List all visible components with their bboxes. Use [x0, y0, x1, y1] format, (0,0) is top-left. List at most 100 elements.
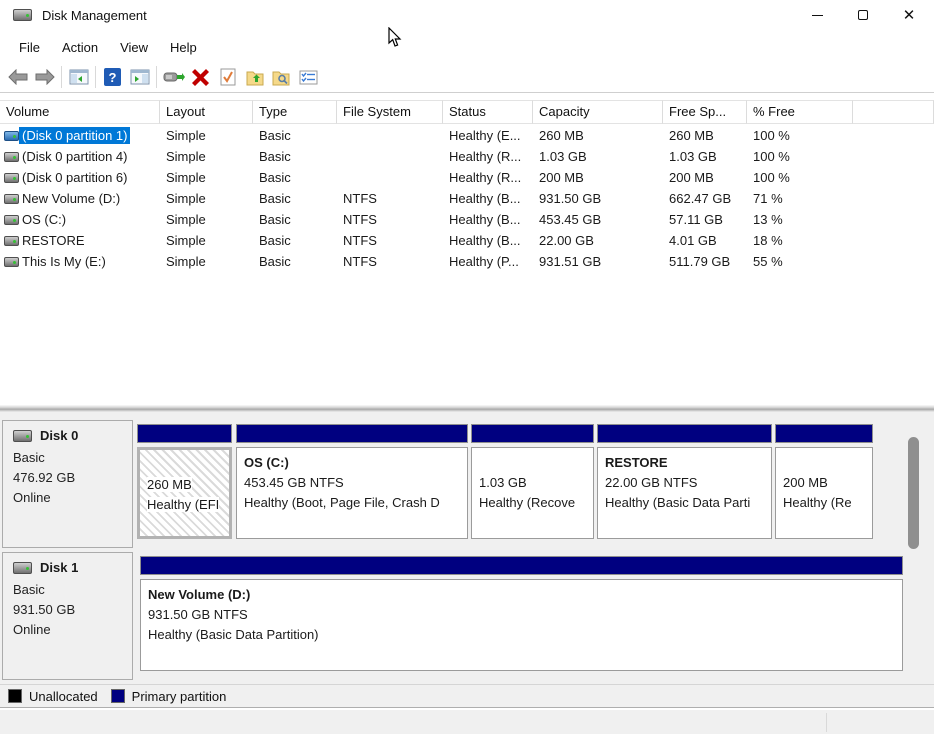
toolbar-separator [95, 66, 96, 88]
column-header-status[interactable]: Status [443, 100, 533, 124]
disk-kind: Basic [13, 582, 45, 597]
cell-pct-free: 55 % [753, 254, 783, 269]
volume-cell[interactable]: (Disk 0 partition 4) [0, 148, 160, 165]
partition[interactable]: 260 MB Healthy (EFI [137, 424, 232, 539]
table-row[interactable]: (Disk 0 partition 6) Simple Basic Healthy (… [0, 167, 934, 188]
disk-row: Disk 1 Basic 931.50 GB Online New Volume (D:… [0, 544, 934, 680]
cell-free-space: 1.03 GB [669, 149, 717, 164]
partition-title: RESTORE [605, 455, 668, 470]
menu-bar: File Action View Help [0, 32, 934, 62]
partition-body: 260 MB Healthy (EFI [137, 447, 232, 539]
toolbar: ? [0, 62, 934, 93]
disk-name: Disk 0 [40, 428, 79, 443]
maximize-button[interactable] [840, 0, 886, 30]
close-button[interactable]: ✕ [886, 0, 932, 30]
explore-button[interactable] [268, 65, 295, 90]
delete-volume-button[interactable] [187, 65, 214, 90]
table-row[interactable]: (Disk 0 partition 4) Simple Basic Healthy (… [0, 146, 934, 167]
partition-color-bar [137, 424, 232, 443]
cell-capacity: 1.03 GB [539, 149, 587, 164]
column-header-layout[interactable]: Layout [160, 100, 253, 124]
disk-size: 476.92 GB [13, 470, 76, 485]
minimize-button[interactable] [794, 0, 840, 30]
table-row[interactable]: RESTORE Simple Basic NTFS Healthy (B... 22.00… [0, 230, 934, 251]
legend-bar: Unallocated Primary partition [0, 684, 934, 708]
cell-status: Healthy (P... [449, 254, 519, 269]
partition[interactable]: RESTORE 22.00 GB NTFS Healthy (Basic Data … [597, 424, 772, 539]
cell-pct-free: 100 % [753, 149, 790, 164]
legend-label: Unallocated [29, 688, 98, 704]
legend-item: Unallocated [8, 689, 98, 704]
show-console-tree-button[interactable] [65, 65, 92, 90]
cell-capacity: 453.45 GB [539, 212, 602, 227]
cell-layout: Simple [166, 128, 206, 143]
title-bar: Disk Management ✕ [0, 0, 934, 30]
cell-type: Basic [259, 212, 291, 227]
cell-status: Healthy (B... [449, 191, 521, 206]
maximize-icon [858, 10, 868, 20]
menu-help[interactable]: Help [159, 36, 208, 59]
connect-device-button[interactable] [160, 65, 187, 90]
partition[interactable]: New Volume (D:) 931.50 GB NTFS Healthy (Ba… [140, 556, 903, 671]
table-row[interactable]: This Is My (E:) Simple Basic NTFS Healthy (P… [0, 251, 934, 272]
show-action-pane-button[interactable] [126, 65, 153, 90]
pane-splitter[interactable] [0, 405, 934, 412]
back-button[interactable] [4, 65, 31, 90]
volume-cell[interactable]: (Disk 0 partition 6) [0, 169, 160, 186]
column-header-type[interactable]: Type [253, 100, 337, 124]
volume-icon [4, 235, 19, 246]
partition-size: 931.50 GB NTFS [148, 607, 248, 622]
partition-size: 22.00 GB NTFS [605, 475, 698, 490]
volume-cell[interactable]: (Disk 0 partition 1) [0, 127, 160, 144]
cell-status: Healthy (R... [449, 170, 522, 185]
cell-free-space: 4.01 GB [669, 233, 717, 248]
cell-layout: Simple [166, 233, 206, 248]
column-header-file-system[interactable]: File System [337, 100, 443, 124]
table-row[interactable]: OS (C:) Simple Basic NTFS Healthy (B... 453.4… [0, 209, 934, 230]
column-header-pct-free[interactable]: % Free [747, 100, 853, 124]
forward-icon [35, 69, 55, 85]
table-row[interactable]: New Volume (D:) Simple Basic NTFS Healthy (B… [0, 188, 934, 209]
import-disk-button[interactable] [241, 65, 268, 90]
partition-status: Healthy (Boot, Page File, Crash D [244, 495, 440, 510]
table-row[interactable]: (Disk 0 partition 1) Simple Basic Healthy (… [0, 125, 934, 146]
vertical-scrollbar[interactable] [904, 415, 923, 681]
column-header-volume[interactable]: Volume [0, 100, 160, 124]
volume-cell[interactable]: This Is My (E:) [0, 253, 160, 270]
menu-view[interactable]: View [109, 36, 159, 59]
partition-body: New Volume (D:) 931.50 GB NTFS Healthy (Ba… [140, 579, 903, 671]
scrollbar-thumb[interactable] [908, 437, 919, 549]
disk-label-0[interactable]: Disk 0 Basic 476.92 GB Online [2, 420, 133, 548]
column-header-free-space[interactable]: Free Sp... [663, 100, 747, 124]
partition-color-bar [775, 424, 873, 443]
volume-cell[interactable]: New Volume (D:) [0, 190, 160, 207]
legend-label: Primary partition [131, 688, 227, 704]
partition-body: RESTORE 22.00 GB NTFS Healthy (Basic Data … [597, 447, 772, 539]
help-button[interactable]: ? [99, 65, 126, 90]
volume-name: (Disk 0 partition 1) [19, 127, 131, 144]
column-header-capacity[interactable]: Capacity [533, 100, 663, 124]
cell-file-system: NTFS [343, 233, 377, 248]
partition[interactable]: 1.03 GB Healthy (Recove [471, 424, 594, 539]
menu-action[interactable]: Action [51, 36, 109, 59]
partition-color-bar [471, 424, 594, 443]
connect-device-icon [163, 72, 185, 82]
cell-file-system: NTFS [343, 254, 377, 269]
cell-free-space: 200 MB [669, 170, 714, 185]
mark-partition-button[interactable] [214, 65, 241, 90]
disk-title: Disk 1 [13, 560, 132, 575]
folder-search-icon [272, 71, 290, 85]
partition[interactable]: OS (C:) 453.45 GB NTFS Healthy (Boot, Page… [236, 424, 468, 539]
cell-type: Basic [259, 191, 291, 206]
partition-color-bar [597, 424, 772, 443]
properties-button[interactable] [295, 65, 322, 90]
forward-button[interactable] [31, 65, 58, 90]
disk-label-1[interactable]: Disk 1 Basic 931.50 GB Online [2, 552, 133, 680]
legend-swatch [110, 689, 125, 703]
menu-file[interactable]: File [8, 36, 51, 59]
partition[interactable]: 200 MB Healthy (Re [775, 424, 873, 539]
partition-status: Healthy (Recove [479, 495, 576, 510]
volume-cell[interactable]: OS (C:) [0, 211, 160, 228]
toolbar-separator [156, 66, 157, 88]
volume-cell[interactable]: RESTORE [0, 232, 160, 249]
